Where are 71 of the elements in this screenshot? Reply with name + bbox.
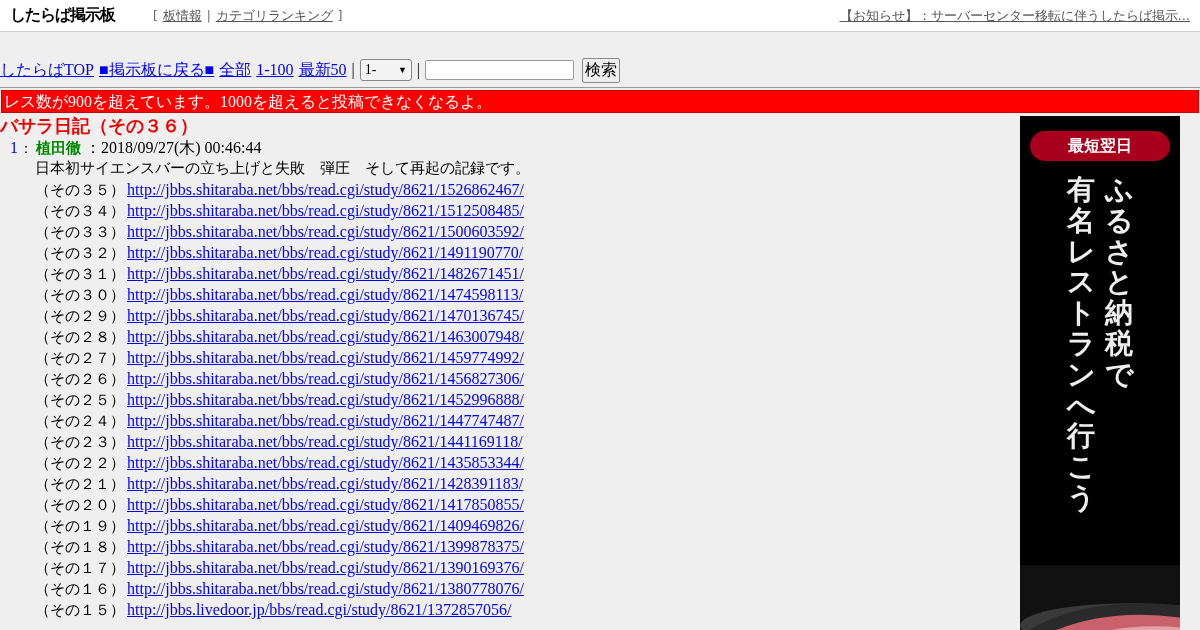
nav-link[interactable]: ■掲示板に戻る■ bbox=[98, 59, 215, 81]
part-label: （その２７） bbox=[35, 348, 125, 369]
notice-link[interactable]: 【お知らせ】：サーバーセンター移転に伴うしたらば掲示... bbox=[839, 6, 1190, 25]
ad-banner[interactable]: 最短翌日 有名レストランへ行こう ふるさと納税で bbox=[1020, 116, 1180, 630]
part-label: （その２６） bbox=[35, 369, 125, 390]
part-label: （その１７） bbox=[35, 558, 125, 579]
part-label: （その３１） bbox=[35, 264, 125, 285]
ad-text: ふるさと納税で bbox=[1105, 175, 1133, 393]
thread-title: バサラ日記（その３６） bbox=[0, 115, 199, 137]
part-label: （その２８） bbox=[35, 327, 125, 348]
thread-link[interactable]: http://jbbs.shitaraba.net/bbs/read.cgi/study/8621/1452996888/ bbox=[127, 389, 524, 410]
search-field[interactable] bbox=[425, 60, 574, 80]
part-label: （その２１） bbox=[35, 474, 125, 495]
poster-name: 植田徹 bbox=[36, 138, 81, 159]
separator: | bbox=[416, 61, 420, 79]
nav-link[interactable]: したらばTOP bbox=[0, 59, 94, 81]
thread-link[interactable]: http://jbbs.shitaraba.net/bbs/read.cgi/study/8621/1512508485/ bbox=[127, 200, 524, 221]
part-label: （その１８） bbox=[35, 537, 125, 558]
thread-link[interactable]: http://jbbs.shitaraba.net/bbs/read.cgi/study/8621/1399878375/ bbox=[127, 536, 524, 557]
thread-link[interactable]: http://jbbs.shitaraba.net/bbs/read.cgi/study/8621/1491190770/ bbox=[127, 242, 524, 263]
thread-link[interactable]: http://jbbs.shitaraba.net/bbs/read.cgi/study/8621/1500603592/ bbox=[127, 221, 524, 242]
nav-link[interactable]: 全部 bbox=[219, 59, 252, 81]
separator: ： bbox=[19, 140, 33, 158]
bracket: ] bbox=[337, 8, 343, 23]
part-label: （その２９） bbox=[35, 306, 125, 327]
part-label: （その３０） bbox=[35, 285, 125, 306]
post-date: ：2018/09/27(木) 00:46:44 bbox=[85, 138, 262, 158]
thread-link[interactable]: http://jbbs.shitaraba.net/bbs/read.cgi/study/8621/1482671451/ bbox=[127, 263, 524, 284]
part-label: （その１５） bbox=[35, 600, 125, 621]
bracket: [ bbox=[153, 8, 158, 23]
thread-link[interactable]: http://jbbs.shitaraba.net/bbs/read.cgi/study/8621/1409469826/ bbox=[127, 515, 524, 536]
thread-link[interactable]: http://jbbs.shitaraba.net/bbs/read.cgi/study/8621/1463007948/ bbox=[127, 326, 524, 347]
thread-link[interactable]: http://jbbs.shitaraba.net/bbs/read.cgi/study/8621/1441169118/ bbox=[127, 431, 523, 452]
part-label: （その３４） bbox=[35, 201, 125, 222]
thread-link[interactable]: http://jbbs.shitaraba.net/bbs/read.cgi/study/8621/1456827306/ bbox=[127, 368, 524, 389]
ad-badge: 最短翌日 bbox=[1030, 131, 1170, 161]
warning-banner: レス数が900を超えています。1000を超えると投稿できなくなるよ。 bbox=[1, 90, 1199, 113]
thread-link[interactable]: http://jbbs.shitaraba.net/bbs/read.cgi/study/8621/1380778076/ bbox=[127, 578, 524, 599]
part-label: （その２０） bbox=[35, 495, 125, 516]
thread-link[interactable]: http://jbbs.shitaraba.net/bbs/read.cgi/study/8621/1447747487/ bbox=[127, 410, 524, 431]
part-label: （その２４） bbox=[35, 411, 125, 432]
post-number-link[interactable]: 1 bbox=[10, 137, 18, 158]
thread-link[interactable]: http://jbbs.shitaraba.net/bbs/read.cgi/study/8621/1390169376/ bbox=[127, 557, 524, 578]
thread-link[interactable]: http://jbbs.shitaraba.net/bbs/read.cgi/study/8621/1459774992/ bbox=[127, 347, 524, 368]
thread-link[interactable]: http://jbbs.shitaraba.net/bbs/read.cgi/study/8621/1417850855/ bbox=[127, 494, 524, 515]
part-label: （その１９） bbox=[35, 516, 125, 537]
site-logo[interactable]: したらば掲示板 bbox=[10, 5, 115, 26]
thread-link[interactable]: http://jbbs.shitaraba.net/bbs/read.cgi/study/8621/1435853344/ bbox=[127, 452, 524, 473]
separator: | bbox=[206, 8, 211, 23]
thread-link[interactable]: http://jbbs.shitaraba.net/bbs/read.cgi/study/8621/1526862467/ bbox=[127, 179, 524, 200]
thread-link[interactable]: http://jbbs.livedoor.jp/bbs/read.cgi/study/8621/1372857056/ bbox=[127, 599, 512, 620]
separator: | bbox=[351, 61, 355, 79]
caret-icon: ▼ bbox=[397, 65, 407, 75]
ad-text: 有名レストランへ行こう bbox=[1067, 175, 1095, 516]
search-button[interactable]: 検索 bbox=[582, 57, 620, 83]
thread-link[interactable]: http://jbbs.shitaraba.net/bbs/read.cgi/study/8621/1428391183/ bbox=[127, 473, 524, 494]
header-link[interactable]: カテゴリランキング bbox=[215, 6, 333, 25]
part-label: （その２２） bbox=[35, 453, 125, 474]
range-select[interactable]: 1- ▼ bbox=[359, 59, 412, 81]
part-label: （その３２） bbox=[35, 243, 125, 264]
nav-link[interactable]: 最新50 bbox=[298, 59, 347, 81]
part-label: （その１６） bbox=[35, 579, 125, 600]
thread-link[interactable]: http://jbbs.shitaraba.net/bbs/read.cgi/study/8621/1474598113/ bbox=[127, 284, 524, 305]
thread-link[interactable]: http://jbbs.shitaraba.net/bbs/read.cgi/study/8621/1470136745/ bbox=[127, 305, 524, 326]
nav-link[interactable]: 1-100 bbox=[256, 61, 294, 79]
part-label: （その３５） bbox=[35, 180, 125, 201]
post-text: 日本初サイエンスバーの立ち上げと失敗 弾圧 そして再起の記録です。 bbox=[34, 158, 531, 179]
header-link[interactable]: 板情報 bbox=[162, 6, 202, 25]
part-label: （その３３） bbox=[35, 222, 125, 243]
part-label: （その２３） bbox=[35, 432, 125, 453]
part-label: （その２５） bbox=[35, 390, 125, 411]
